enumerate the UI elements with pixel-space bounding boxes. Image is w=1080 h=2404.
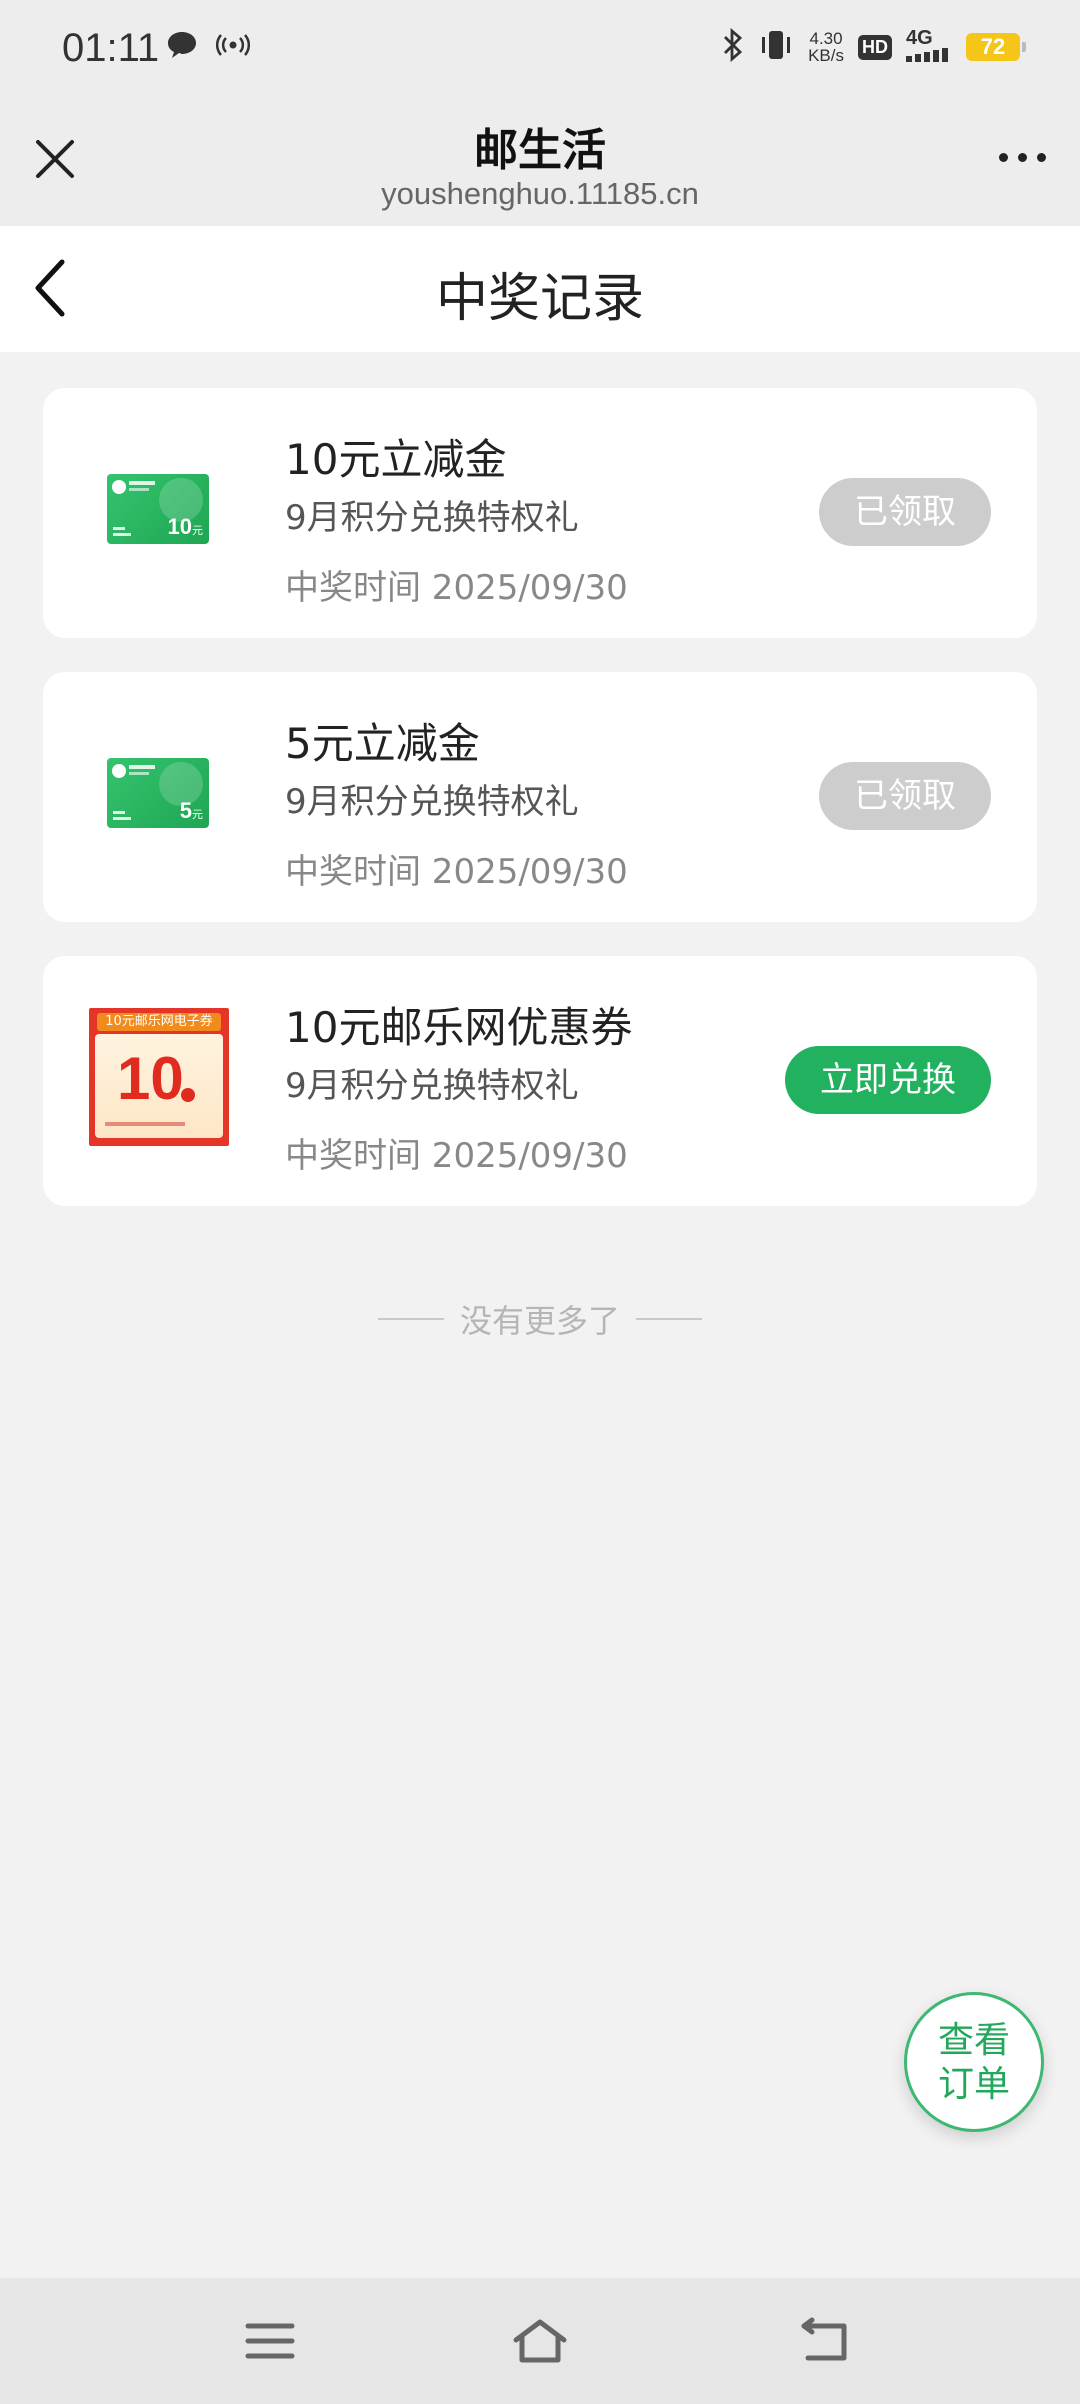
wechat-voucher-image: 5元 xyxy=(107,758,209,828)
voucher-logo-subtext xyxy=(129,772,149,775)
view-orders-label-line1: 查看 xyxy=(937,2020,1010,2061)
more-icon-dot xyxy=(1017,152,1027,162)
voucher-amount: 5元 xyxy=(180,798,203,824)
voucher-logo-subtext xyxy=(129,488,149,491)
wechat-voucher-image: 10元 xyxy=(107,474,209,544)
claimed-button: 已领取 xyxy=(819,478,991,546)
record-card: 5元 5元立减金 9月积分兑换特权礼 中奖时间 2025/09/30 已领取 xyxy=(43,672,1037,922)
wechat-pay-logo-icon xyxy=(112,764,126,778)
voucher-amount: 10元 xyxy=(168,514,203,540)
voucher-logo-text xyxy=(129,481,155,485)
page-title: 中奖记录 xyxy=(435,269,644,329)
speed-value: 4.30 xyxy=(809,29,843,48)
voucher-thumbnail: 10元 xyxy=(107,474,209,544)
divider-line xyxy=(636,1318,702,1320)
page-header: 中奖记录 xyxy=(0,226,1080,352)
youle-coupon-image: 10元邮乐网电子券 10 xyxy=(89,1008,229,1146)
no-more-indicator: 没有更多了 xyxy=(0,1296,1080,1342)
view-orders-label-line2: 订单 xyxy=(937,2064,1010,2105)
more-button[interactable] xyxy=(992,142,1052,172)
voucher-caption-line xyxy=(113,811,125,814)
voucher-caption-line xyxy=(113,817,131,820)
home-icon xyxy=(513,2319,567,2363)
vibrate-icon xyxy=(758,28,794,66)
signal-group: 4G xyxy=(906,26,952,66)
yuan-icon xyxy=(181,1088,195,1102)
status-bar: 01:11 4.30 KB/s HD 4G 72 xyxy=(0,0,1080,96)
speed-unit: KB/s xyxy=(808,46,844,65)
network-type: 4G xyxy=(906,26,933,49)
voucher-logo-text xyxy=(129,765,155,769)
network-speed: 4.30 KB/s xyxy=(808,30,844,64)
coupon-thumbnail: 10元邮乐网电子券 10 xyxy=(89,1008,229,1146)
record-subtitle: 9月积分兑换特权礼 xyxy=(285,498,579,538)
record-subtitle: 9月积分兑换特权礼 xyxy=(285,782,579,822)
browser-header: 邮生活 youshenghuo.11185.cn xyxy=(0,96,1080,226)
coupon-footer-line xyxy=(105,1122,185,1126)
record-card: 10元 10元立减金 9月积分兑换特权礼 中奖时间 2025/09/30 已领取 xyxy=(43,388,1037,638)
home-button[interactable] xyxy=(510,2316,570,2366)
record-card: 10元邮乐网电子券 10 10元邮乐网优惠券 9月积分兑换特权礼 中奖时间 20… xyxy=(43,956,1037,1206)
more-icon-dot xyxy=(1036,152,1046,162)
wechat-pay-logo-icon xyxy=(112,480,126,494)
back-nav-icon xyxy=(801,2317,847,2361)
coupon-amount: 10 xyxy=(117,1045,184,1112)
voucher-amount-unit: 元 xyxy=(192,809,203,821)
record-time: 中奖时间 2025/09/30 xyxy=(285,568,628,608)
status-left-icons xyxy=(166,30,250,64)
browser-title: 邮生活 xyxy=(474,125,606,176)
system-nav-bar xyxy=(0,2278,1080,2404)
record-title: 10元立减金 xyxy=(285,435,507,484)
status-time: 01:11 xyxy=(62,26,160,70)
message-icon xyxy=(166,30,198,64)
broadcast-icon xyxy=(216,33,250,61)
voucher-caption-line xyxy=(113,533,131,536)
record-time: 中奖时间 2025/09/30 xyxy=(285,1136,628,1176)
menu-button[interactable] xyxy=(240,2316,300,2366)
divider-line xyxy=(377,1318,444,1320)
more-icon-dot xyxy=(998,152,1008,162)
view-orders-button[interactable]: 查看 订单 xyxy=(904,1992,1044,2132)
coupon-label: 10元邮乐网电子券 xyxy=(97,1013,221,1031)
record-subtitle: 9月积分兑换特权礼 xyxy=(285,1066,579,1106)
hd-badge: HD xyxy=(858,34,892,60)
signal-icon xyxy=(906,47,952,66)
browser-url: youshenghuo.11185.cn xyxy=(381,176,699,211)
battery-indicator: 72 xyxy=(966,33,1026,61)
voucher-amount-value: 10 xyxy=(167,514,192,539)
bluetooth-icon xyxy=(722,27,744,66)
voucher-amount-unit: 元 xyxy=(192,525,203,537)
voucher-caption-line xyxy=(113,527,125,530)
no-more-text: 没有更多了 xyxy=(459,1302,620,1340)
voucher-amount-value: 5 xyxy=(179,798,192,823)
back-nav-button[interactable] xyxy=(796,2316,856,2366)
voucher-thumbnail: 5元 xyxy=(107,758,209,828)
status-right: 4.30 KB/s HD 4G 72 xyxy=(722,26,1026,66)
redeem-now-button[interactable]: 立即兑换 xyxy=(785,1046,991,1114)
record-title: 10元邮乐网优惠券 xyxy=(285,1003,633,1052)
record-title: 5元立减金 xyxy=(285,719,480,768)
record-time: 中奖时间 2025/09/30 xyxy=(285,852,628,892)
claimed-button: 已领取 xyxy=(819,762,991,830)
menu-icon xyxy=(245,2323,295,2359)
